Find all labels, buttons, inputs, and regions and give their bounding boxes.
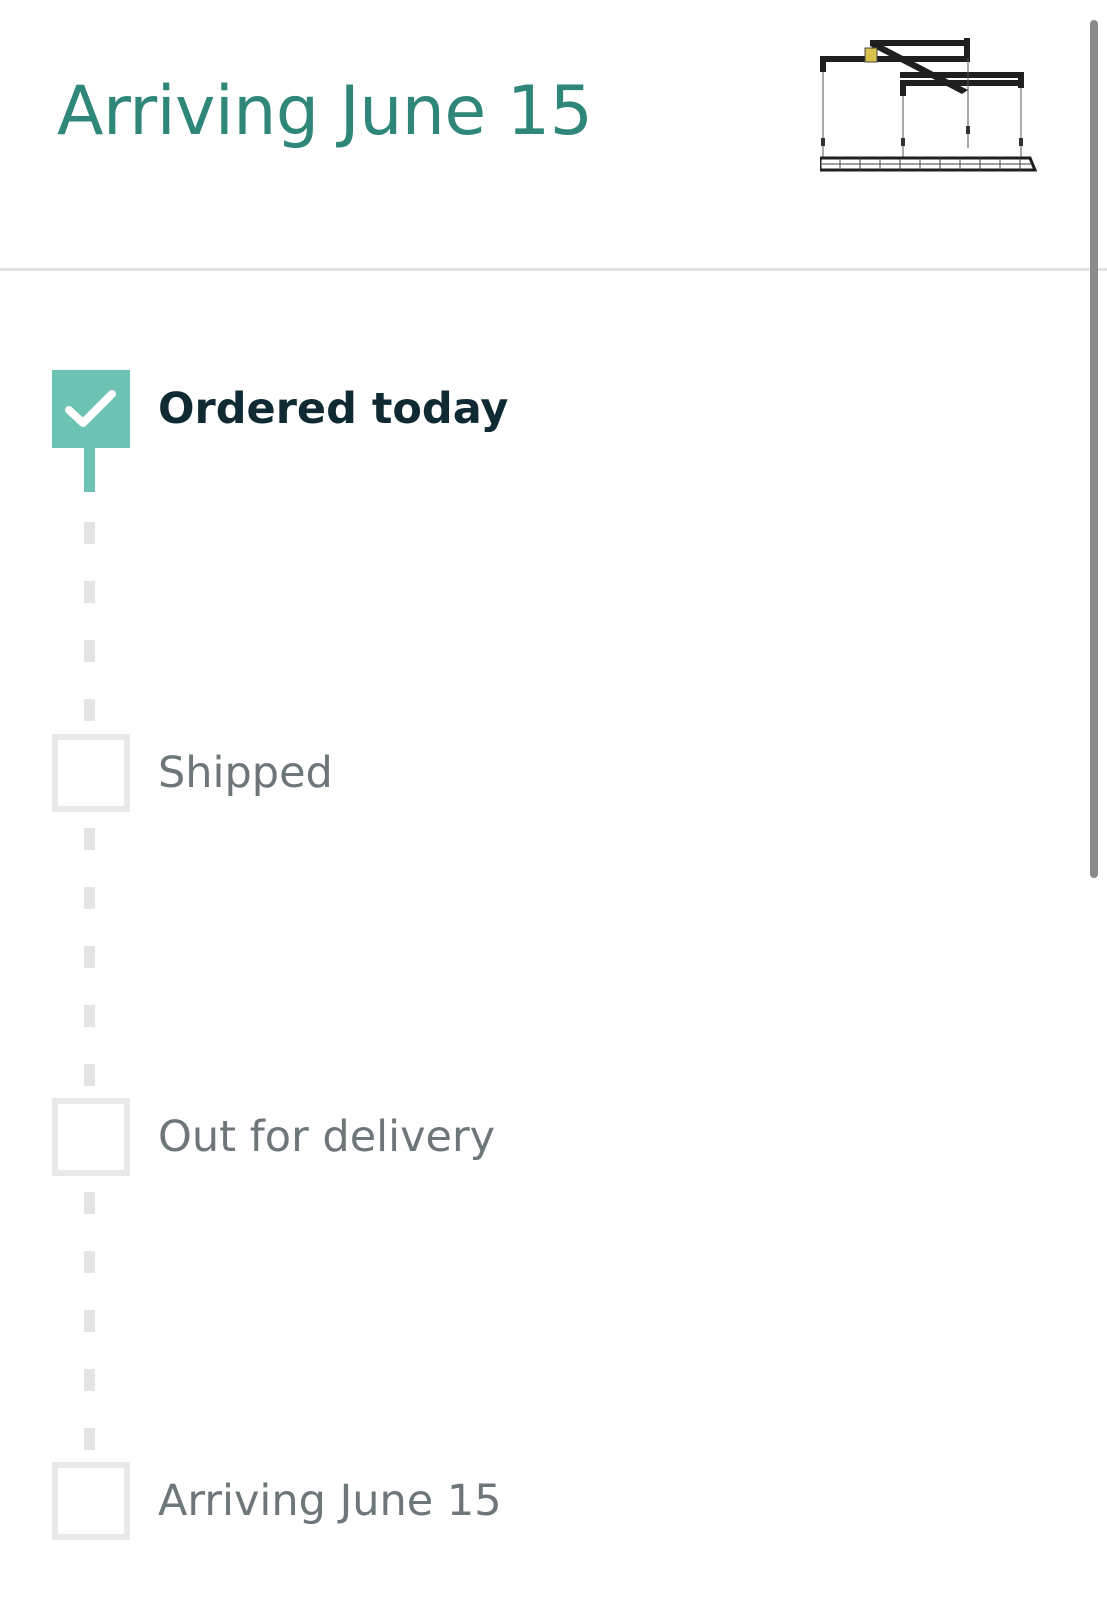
step-label: Out for delivery [158,1112,496,1162]
arrival-title: Arriving June 15 [57,72,593,151]
progress-connector-pending [84,828,95,1088]
header-divider [0,268,1107,271]
empty-checkbox-icon [52,734,130,812]
progress-connector-pending [84,522,95,722]
scrollbar[interactable] [1090,20,1098,878]
empty-checkbox-icon [52,1098,130,1176]
tracker-step-out-for-delivery: Out for delivery [52,1098,952,1176]
step-label: Shipped [158,748,333,798]
checkmark-icon [65,390,116,427]
step-checkbox-done [52,370,130,448]
empty-checkbox-icon [52,1462,130,1540]
step-label: Ordered today [158,384,509,434]
progress-connector-complete [84,448,95,492]
tracker-step-arriving: Arriving June 15 [52,1462,952,1540]
progress-connector-pending [84,1192,95,1452]
step-label: Arriving June 15 [158,1476,502,1526]
tracker-step-ordered: Ordered today [52,370,952,448]
tracker-step-shipped: Shipped [52,734,952,812]
order-header: Arriving June 15 [0,0,1107,268]
product-image[interactable] [820,30,1050,180]
